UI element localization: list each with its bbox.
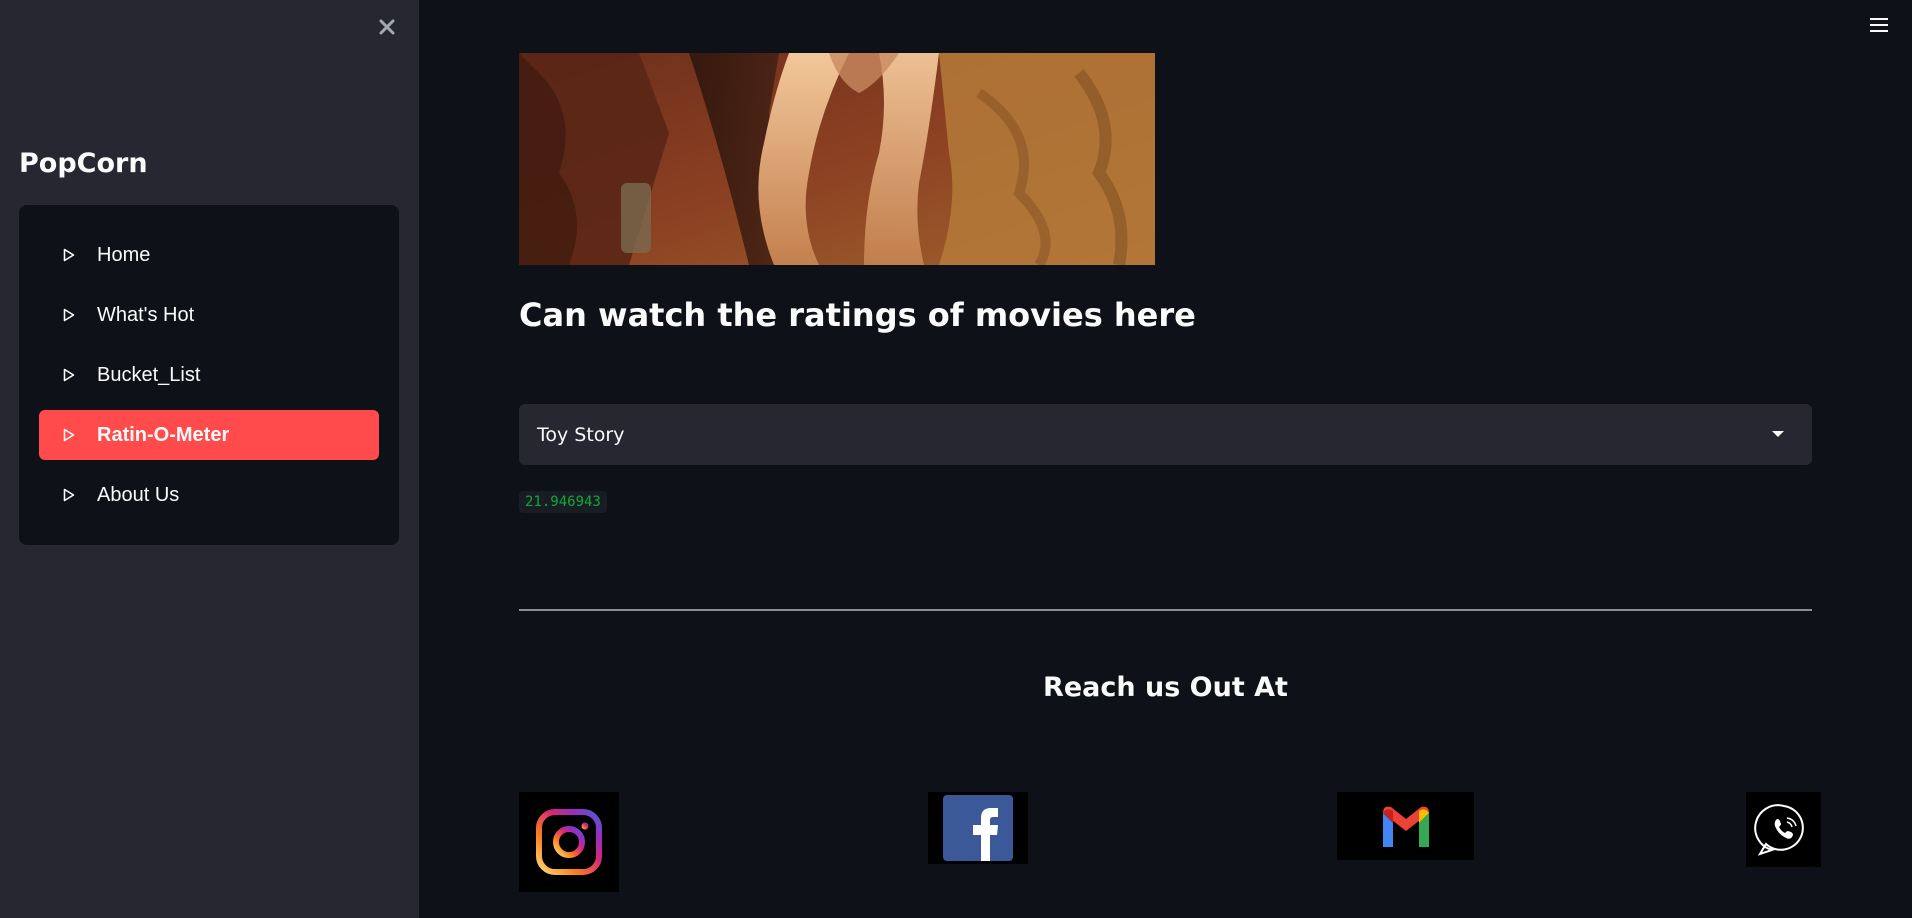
app-title: PopCorn xyxy=(19,148,148,179)
play-icon xyxy=(63,428,77,442)
nav-item-about-us[interactable]: About Us xyxy=(39,470,379,520)
play-icon xyxy=(63,488,77,502)
nav-item-label: About Us xyxy=(97,483,180,506)
reach-heading: Reach us Out At xyxy=(1043,672,1288,703)
play-icon xyxy=(63,308,77,322)
nav-menu: Home What's Hot Bucket_List Ratin-O-Mete… xyxy=(19,205,399,545)
instagram-link[interactable] xyxy=(519,792,619,892)
nav-item-home[interactable]: Home xyxy=(39,230,379,280)
gmail-link[interactable] xyxy=(1337,792,1474,860)
page-heading: Can watch the ratings of movies here xyxy=(519,296,1196,334)
instagram-icon xyxy=(536,809,602,875)
close-icon xyxy=(379,19,395,35)
facebook-link[interactable] xyxy=(928,792,1028,864)
nav-item-bucket-list[interactable]: Bucket_List xyxy=(39,350,379,400)
nav-item-ratin-o-meter[interactable]: Ratin-O-Meter xyxy=(39,410,379,460)
sidebar: PopCorn Home What's Hot Bucket_List Rati… xyxy=(0,0,419,918)
divider xyxy=(519,609,1812,611)
play-icon xyxy=(63,368,77,382)
play-icon xyxy=(63,248,77,262)
nav-item-label: Home xyxy=(97,243,151,266)
close-sidebar-button[interactable] xyxy=(372,12,402,42)
nav-item-label: What's Hot xyxy=(97,303,195,326)
nav-item-label: Bucket_List xyxy=(97,363,201,386)
movie-select-value: Toy Story xyxy=(537,423,625,446)
main-menu-button[interactable] xyxy=(1864,12,1894,38)
rating-value: 21.946943 xyxy=(519,491,607,513)
gmail-icon xyxy=(1382,806,1429,847)
movie-select[interactable]: Toy Story xyxy=(519,404,1812,465)
hero-image xyxy=(519,53,1155,265)
phone-icon xyxy=(1753,803,1804,856)
phone-link[interactable] xyxy=(1746,792,1821,867)
facebook-icon xyxy=(943,795,1013,861)
hamburger-icon xyxy=(1870,18,1888,32)
chevron-down-icon xyxy=(1772,431,1784,437)
nav-item-label: Ratin-O-Meter xyxy=(97,423,230,446)
nav-item-whats-hot[interactable]: What's Hot xyxy=(39,290,379,340)
